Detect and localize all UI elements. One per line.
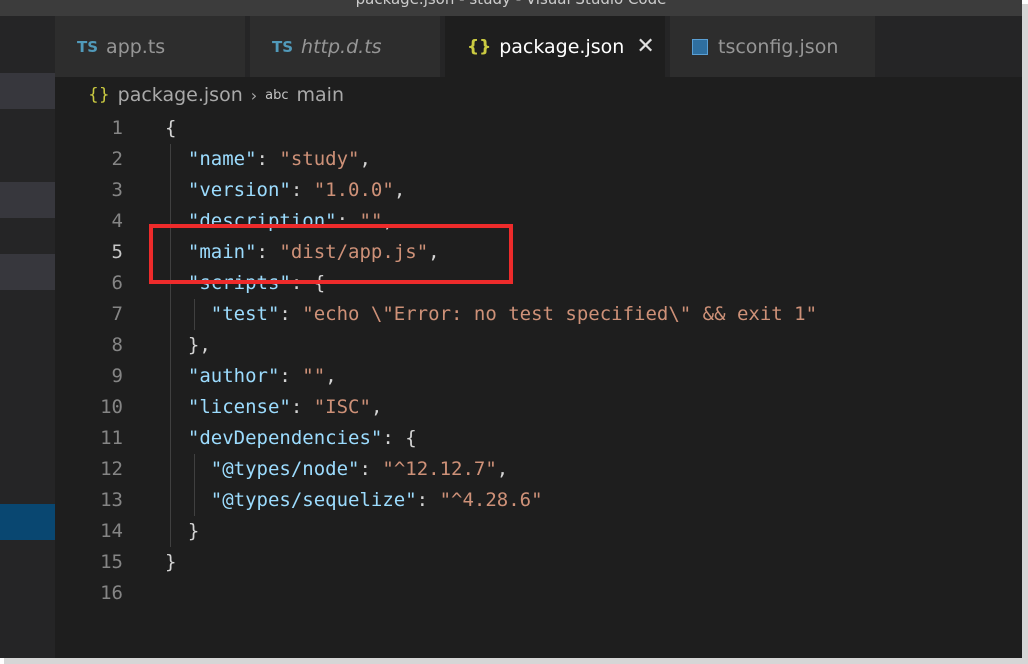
tab-app-ts[interactable]: TS app.ts [55, 16, 245, 77]
sidebar-item[interactable] [0, 254, 55, 290]
code-text: "test": "echo \"Error: no test specified… [210, 303, 818, 325]
code-text: "@types/sequelize": "^4.28.6" [210, 489, 543, 511]
line-number: 5 [111, 241, 123, 263]
window-title: package.json - study - Visual Studio Cod… [356, 0, 667, 8]
annotation-highlight-box [149, 224, 513, 284]
line-number: 6 [111, 272, 123, 294]
code-line[interactable]: 1{ [55, 113, 1022, 144]
line-number: 9 [111, 365, 123, 387]
code-text: } [165, 551, 177, 573]
line-number: 12 [100, 458, 123, 480]
json-file-icon: {} [88, 85, 110, 105]
breadcrumb-symbol[interactable]: main [297, 84, 344, 106]
breadcrumb: {} package.json › abc main [88, 80, 344, 110]
code-line[interactable]: 9 "author": "", [55, 361, 1022, 392]
code-text: { [165, 117, 177, 139]
ts-file-icon: TS [272, 37, 294, 56]
line-number: 7 [111, 303, 123, 325]
code-text: "license": "ISC", [187, 396, 383, 418]
tab-package-json[interactable]: {} package.json ✕ [445, 16, 665, 77]
line-number: 4 [111, 210, 123, 232]
vscode-window: package.json - study - Visual Studio Cod… [0, 0, 1022, 658]
line-number: 14 [100, 520, 123, 542]
chevron-right-icon: › [250, 85, 258, 105]
sidebar-item-selected[interactable] [0, 504, 55, 540]
code-line[interactable]: 13 "@types/sequelize": "^4.28.6" [55, 485, 1022, 516]
sidebar-item[interactable] [0, 73, 55, 109]
code-editor[interactable]: 1{2 "name": "study", 3 "version": "1.0.0"… [55, 113, 1022, 658]
code-text: "version": "1.0.0", [187, 179, 406, 201]
json-file-icon: {} [467, 36, 492, 57]
code-line[interactable]: 16 [55, 578, 1022, 609]
code-line[interactable]: 3 "version": "1.0.0", [55, 175, 1022, 206]
code-line[interactable]: 2 "name": "study", [55, 144, 1022, 175]
code-line[interactable]: 8 }, [55, 330, 1022, 361]
tab-label: package.json [499, 35, 625, 58]
code-text: "name": "study", [187, 148, 371, 170]
tab-label: http.d.ts [301, 35, 382, 58]
tab-bar: TS app.ts TS http.d.ts {} package.json ✕… [55, 16, 1022, 77]
line-number: 15 [100, 551, 123, 573]
breadcrumb-file[interactable]: package.json [118, 84, 243, 106]
line-number: 13 [100, 489, 123, 511]
close-icon[interactable]: ✕ [636, 34, 654, 59]
code-text: } [165, 520, 200, 542]
code-line[interactable]: 7 "test": "echo \"Error: no test specifi… [55, 299, 1022, 330]
code-text: "devDependencies": { [187, 427, 417, 449]
line-number: 3 [111, 179, 123, 201]
line-number: 8 [111, 334, 123, 356]
tab-label: app.ts [106, 35, 166, 58]
image-shadow [1022, 4, 1028, 664]
string-symbol-icon: abc [265, 87, 289, 103]
code-line[interactable]: 15} [55, 547, 1022, 578]
tab-http-d-ts[interactable]: TS http.d.ts [250, 16, 440, 77]
ts-file-icon: TS [77, 37, 99, 56]
code-line[interactable]: 11 "devDependencies": { [55, 423, 1022, 454]
code-line[interactable]: 14 } [55, 516, 1022, 547]
tab-tsconfig-json[interactable]: tsconfig.json [670, 16, 875, 77]
tsconfig-file-icon [692, 38, 708, 55]
line-number: 2 [111, 148, 123, 170]
line-number: 1 [111, 117, 123, 139]
line-number: 10 [100, 396, 123, 418]
sidebar-item[interactable] [0, 182, 55, 218]
title-bar: package.json - study - Visual Studio Cod… [0, 0, 1022, 16]
code-line[interactable]: 10 "license": "ISC", [55, 392, 1022, 423]
image-shadow [4, 658, 1028, 664]
code-text: }, [165, 334, 211, 356]
code-text: "@types/node": "^12.12.7", [210, 458, 509, 480]
line-number: 16 [100, 582, 123, 604]
tab-label: tsconfig.json [718, 35, 839, 58]
code-text: "author": "", [187, 365, 337, 387]
line-number: 11 [100, 427, 123, 449]
explorer-sidebar [0, 16, 55, 658]
code-line[interactable]: 12 "@types/node": "^12.12.7", [55, 454, 1022, 485]
